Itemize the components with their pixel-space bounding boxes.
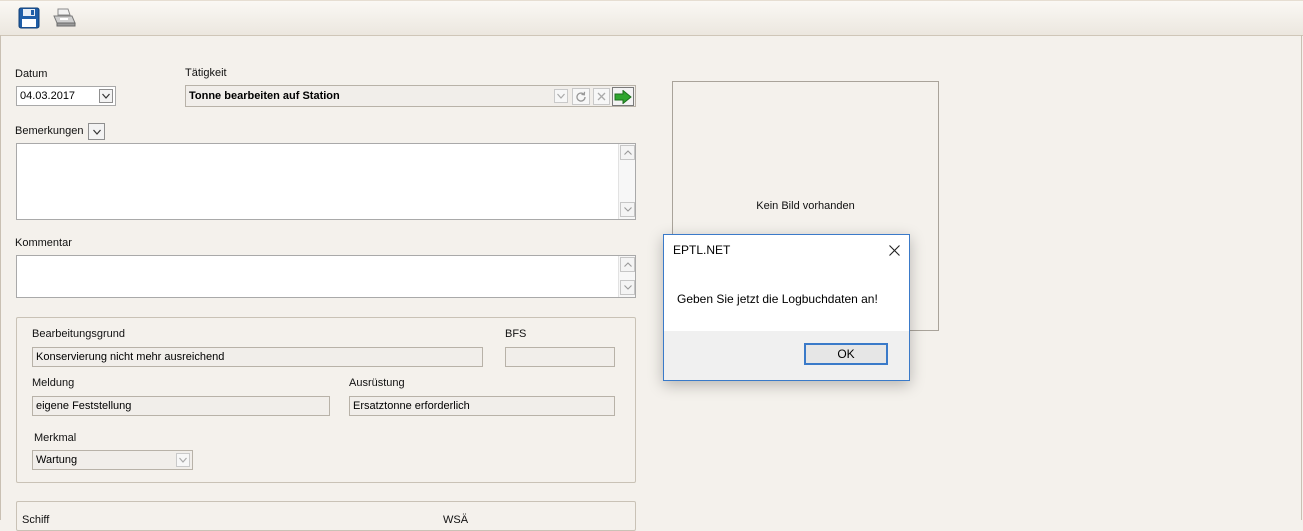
schiff-label: Schiff bbox=[22, 514, 50, 526]
datum-field[interactable]: 04.03.2017 bbox=[16, 86, 116, 106]
arrow-right-icon bbox=[614, 89, 632, 104]
merkmal-select[interactable]: Wartung bbox=[32, 450, 193, 470]
form-border-left bbox=[0, 35, 1, 520]
chevron-down-icon bbox=[92, 129, 101, 135]
bemerkungen-scrollbar[interactable] bbox=[618, 144, 635, 219]
refresh-icon bbox=[576, 91, 586, 102]
clear-button[interactable] bbox=[593, 88, 610, 105]
merkmal-value: Wartung bbox=[36, 454, 78, 466]
chevron-down-icon bbox=[179, 457, 187, 463]
bemerkungen-textarea[interactable] bbox=[16, 143, 636, 220]
wsa-label: WSÄ bbox=[443, 514, 469, 526]
go-button[interactable] bbox=[612, 87, 634, 106]
form-border-right bbox=[1301, 35, 1302, 520]
scroll-up-button[interactable] bbox=[620, 257, 635, 272]
datum-label: Datum bbox=[15, 68, 48, 80]
datum-value: 04.03.2017 bbox=[20, 90, 76, 102]
bemerkungen-dropdown-button[interactable] bbox=[88, 123, 105, 140]
bearbeitungsgrund-value: Konservierung nicht mehr ausreichend bbox=[36, 351, 225, 363]
scroll-down-button[interactable] bbox=[620, 202, 635, 217]
close-icon bbox=[597, 92, 606, 101]
kommentar-scrollbar[interactable] bbox=[618, 256, 635, 297]
taetigkeit-field[interactable]: Tonne bearbeiten auf Station bbox=[185, 85, 636, 107]
refresh-button[interactable] bbox=[572, 88, 590, 105]
ausruestung-field[interactable]: Ersatztonne erforderlich bbox=[349, 396, 615, 416]
chevron-down-icon bbox=[623, 285, 632, 290]
bfs-label: BFS bbox=[505, 328, 527, 340]
bemerkungen-label: Bemerkungen bbox=[15, 125, 84, 137]
kommentar-textarea[interactable] bbox=[16, 255, 636, 298]
bfs-field[interactable] bbox=[505, 347, 615, 367]
bearbeitungsgrund-field[interactable]: Konservierung nicht mehr ausreichend bbox=[32, 347, 483, 367]
merkmal-label: Merkmal bbox=[34, 432, 77, 444]
chevron-down-icon bbox=[102, 93, 110, 99]
message-dialog: EPTL.NET Geben Sie jetzt die Logbuchdate… bbox=[663, 234, 910, 381]
close-icon bbox=[888, 244, 900, 256]
dialog-footer: OK bbox=[664, 331, 909, 380]
kommentar-label: Kommentar bbox=[15, 237, 72, 249]
ok-button[interactable]: OK bbox=[804, 343, 888, 365]
dialog-close-button[interactable] bbox=[885, 242, 903, 258]
meldung-value: eigene Feststellung bbox=[36, 400, 132, 412]
taetigkeit-value: Tonne bearbeiten auf Station bbox=[189, 90, 340, 102]
meldung-label: Meldung bbox=[32, 377, 75, 389]
scroll-down-button[interactable] bbox=[620, 280, 635, 295]
bearbeitungsgrund-label: Bearbeitungsgrund bbox=[32, 328, 125, 340]
merkmal-dropdown-button[interactable] bbox=[176, 453, 190, 467]
picture-placeholder: Kein Bild vorhanden bbox=[756, 200, 855, 212]
chevron-up-icon bbox=[623, 262, 632, 267]
toolbar bbox=[0, 0, 1303, 36]
taetigkeit-label: Tätigkeit bbox=[185, 67, 227, 79]
ausruestung-value: Ersatztonne erforderlich bbox=[353, 400, 470, 412]
taetigkeit-dropdown-button[interactable] bbox=[554, 89, 568, 103]
scroll-up-button[interactable] bbox=[620, 145, 635, 160]
ausruestung-label: Ausrüstung bbox=[349, 377, 405, 389]
chevron-down-icon bbox=[557, 93, 565, 99]
meldung-field[interactable]: eigene Feststellung bbox=[32, 396, 330, 416]
floppy-save-icon[interactable] bbox=[17, 6, 41, 30]
datum-dropdown-button[interactable] bbox=[99, 89, 113, 103]
chevron-up-icon bbox=[623, 150, 632, 155]
printer-icon[interactable] bbox=[52, 6, 76, 30]
schiff-group bbox=[16, 501, 636, 531]
dialog-title: EPTL.NET bbox=[673, 243, 731, 257]
chevron-down-icon bbox=[623, 207, 632, 212]
dialog-message: Geben Sie jetzt die Logbuchdaten an! bbox=[677, 292, 878, 306]
